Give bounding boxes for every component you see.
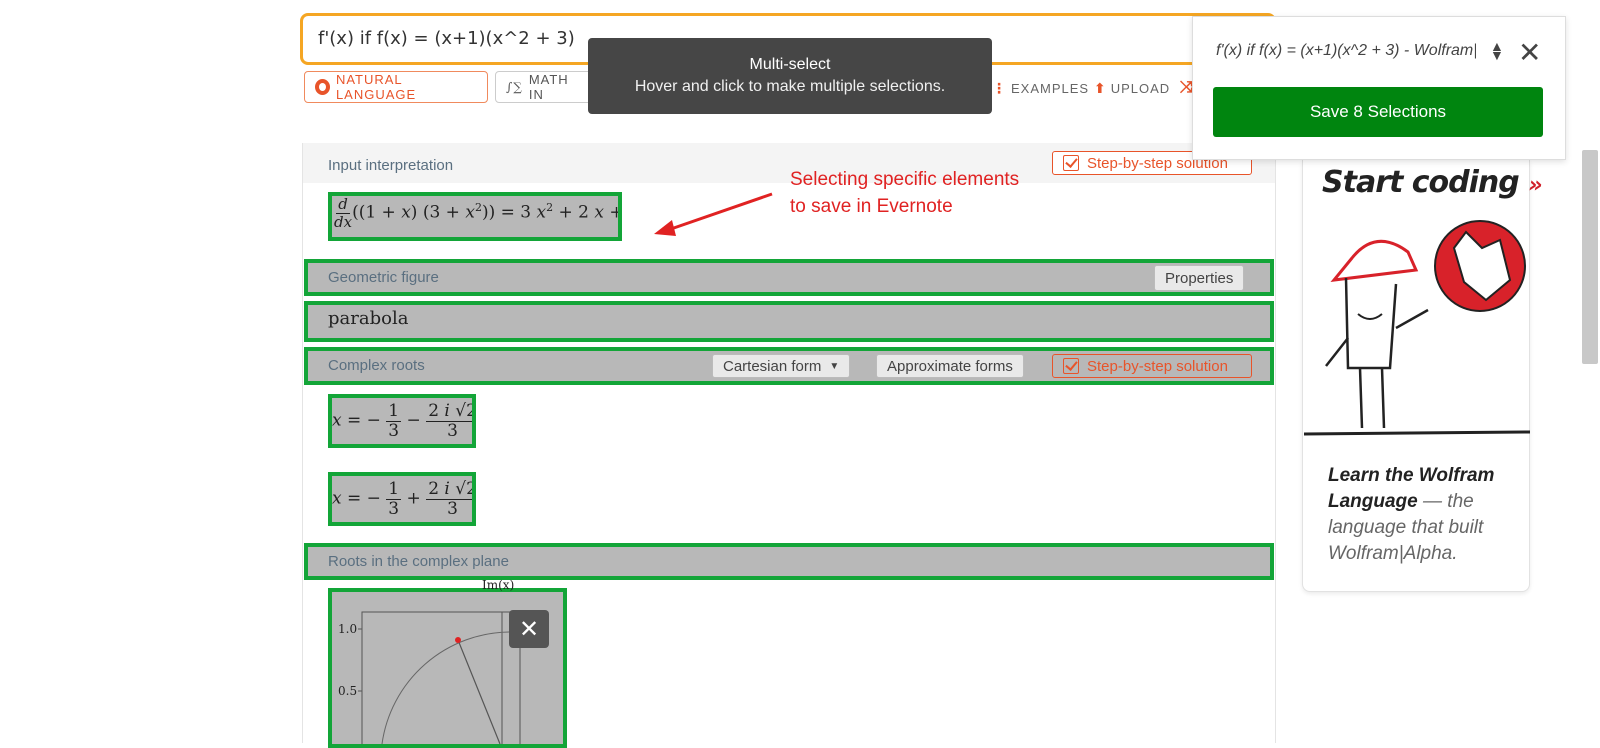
annotation-arrow: [654, 192, 773, 236]
ad-text: Learn the Wolfram Language — the languag…: [1328, 463, 1524, 567]
double-arrow-icon: »: [1528, 173, 1542, 198]
roots-pod-title: Complex roots: [328, 357, 425, 374]
geometric-pod-header-selection[interactable]: [304, 259, 1274, 296]
math-symbols-icon: ∫∑: [506, 80, 523, 94]
upload-link[interactable]: ⬆ UPLOAD: [1094, 80, 1170, 97]
checkbox-icon: [1063, 358, 1079, 374]
multi-select-tooltip: Multi-select Hover and click to make mul…: [588, 38, 992, 114]
annotation-text: Selecting specific elements to save in E…: [790, 166, 1019, 220]
root-2-selection[interactable]: x = − 13 + 2 i √2 3: [328, 472, 476, 526]
cartesian-form-label: Cartesian form: [723, 357, 822, 375]
save-selections-button[interactable]: Save 8 Selections: [1213, 87, 1543, 137]
tooltip-title: Multi-select: [749, 56, 831, 73]
annotation-line-2: to save in Evernote: [790, 196, 953, 217]
upload-icon: ⬆: [1094, 80, 1107, 96]
ad-title: Start coding »: [1322, 165, 1543, 200]
plane-pod-title: Roots in the complex plane: [328, 553, 509, 570]
cartesian-form-select[interactable]: Cartesian form ▼: [712, 354, 851, 378]
ad-title-text: Start coding: [1322, 165, 1520, 200]
random-icon[interactable]: ⤨: [1180, 79, 1193, 97]
gear-icon: [315, 79, 330, 95]
sort-arrows-icon[interactable]: ▲ ▼: [1490, 39, 1504, 62]
geometric-pod-title: Geometric figure: [328, 269, 439, 286]
natural-language-button[interactable]: NATURAL LANGUAGE: [304, 71, 488, 103]
evernote-note-title[interactable]: f'(x) if f(x) = (x+1)(x^2 + 3) - Wolfram…: [1216, 42, 1476, 60]
geometric-value: parabola: [328, 308, 409, 329]
roots-step-by-step-button[interactable]: Step-by-step solution: [1052, 354, 1252, 378]
root-1-selection[interactable]: x = − 13 − 2 i √2 3: [328, 394, 476, 448]
geometric-value-selection[interactable]: [304, 301, 1274, 342]
scrollbar-thumb[interactable]: [1582, 150, 1598, 364]
chevron-down-icon: ▼: [829, 360, 840, 372]
math-input-label: MATH IN: [528, 72, 569, 102]
upload-label: UPLOAD: [1110, 81, 1171, 96]
natural-language-label: NATURAL LANGUAGE: [335, 72, 417, 102]
properties-button[interactable]: Properties: [1154, 265, 1245, 291]
dots-icon: ⋮: [992, 80, 1007, 96]
input-interpretation-selection[interactable]: ddx((1 + x) (3 + x2)) = 3 x2 + 2 x + 3: [328, 192, 622, 241]
wolfram-mascot-illustration: [1304, 220, 1530, 436]
close-icon[interactable]: ✕: [1518, 36, 1541, 69]
root-2-expression: x = − 13 + 2 i √2 3: [332, 480, 472, 518]
plot-tick-label: 0.5: [338, 684, 358, 698]
derivative-expression: ddx((1 + x) (3 + x2)) = 3 x2 + 2 x + 3: [334, 195, 618, 231]
close-icon[interactable]: ✕: [509, 610, 549, 648]
roots-step-label: Step-by-step solution: [1087, 357, 1228, 375]
plot-tick-label: 1.0: [338, 622, 358, 636]
examples-link[interactable]: ⋮ EXAMPLES: [992, 80, 1089, 97]
checkbox-icon: [1063, 155, 1079, 171]
plot-axis-label: Im(x): [482, 578, 515, 592]
math-input-button[interactable]: ∫∑ MATH IN: [495, 71, 595, 103]
examples-label: EXAMPLES: [1011, 81, 1090, 96]
approximate-forms-button[interactable]: Approximate forms: [876, 354, 1024, 378]
tooltip-body: Hover and click to make multiple selecti…: [634, 78, 946, 95]
input-pod-title: Input interpretation: [328, 157, 454, 174]
query-text[interactable]: f'(x) if f(x) = (x+1)(x^2 + 3): [318, 28, 575, 49]
annotation-line-1: Selecting specific elements: [790, 169, 1020, 190]
root-1-expression: x = − 13 − 2 i √2 3: [332, 402, 472, 440]
